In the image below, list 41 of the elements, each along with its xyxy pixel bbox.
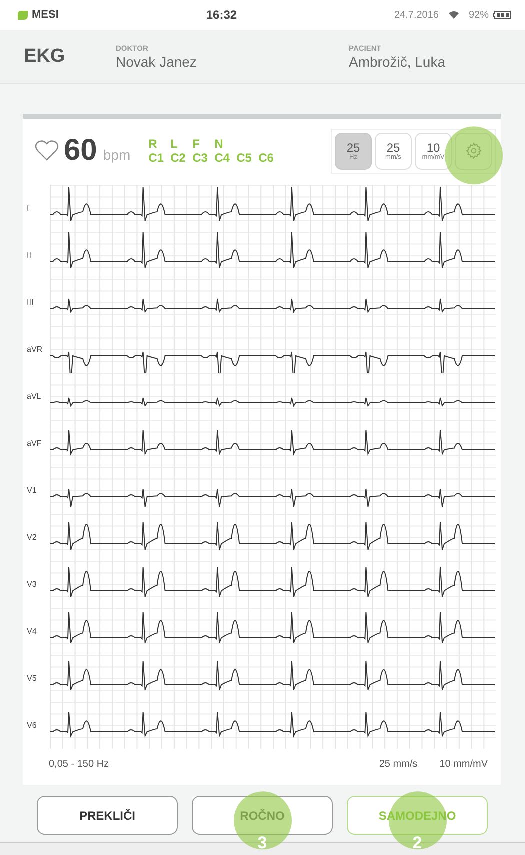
lead-label: V6 [27,721,38,730]
speed-text: 25 mm/s [379,758,418,770]
date-text: 24.7.2016 [394,10,439,20]
action-button[interactable]: PREKLIČI [37,796,178,835]
lead-label: I [27,204,30,213]
battery-percent: 92% [468,10,489,20]
heart-rate-value: 60 [64,134,98,168]
electrode-label: F [192,137,201,151]
lead-label: V4 [27,627,38,636]
settings-button[interactable] [455,132,492,170]
gain-text: 10 mm/mV [440,758,488,770]
clock-time: 16:32 [205,8,238,22]
lead-label: aVF [27,439,43,448]
leaf-logo-icon [18,10,28,20]
battery-icon [493,11,511,19]
lead-label: V1 [27,486,38,495]
wifi-icon [448,11,459,19]
lead-label: V5 [27,674,38,683]
doctor-name: Novak Janez [116,54,198,70]
electrode-label: N [214,137,224,151]
filter-text: 0,05 - 150 Hz [49,758,110,770]
electrode-label: C4 [214,151,231,165]
patient-name: Ambrožič, Luka [349,54,446,70]
electrode-label: R [148,137,158,151]
electrode-label: C3 [192,151,209,165]
electrode-label: C2 [170,151,187,165]
electrode-label: C1 [148,151,165,165]
lead-label: III [27,298,35,307]
brand-name: MESI [32,9,59,21]
electrode-label: L [170,137,179,151]
lead-label: aVR [27,345,44,354]
lead-label: V3 [27,580,38,589]
lead-label: II [27,251,32,260]
lead-label: aVL [27,392,42,401]
electrode-label: C6 [258,151,275,165]
heart-rate-unit: bpm [103,147,131,163]
screen-title: EKG [24,46,66,68]
heart-icon [35,140,59,162]
lead-label: V2 [27,533,38,542]
electrode-label: C5 [236,151,253,165]
gear-icon [464,142,482,160]
